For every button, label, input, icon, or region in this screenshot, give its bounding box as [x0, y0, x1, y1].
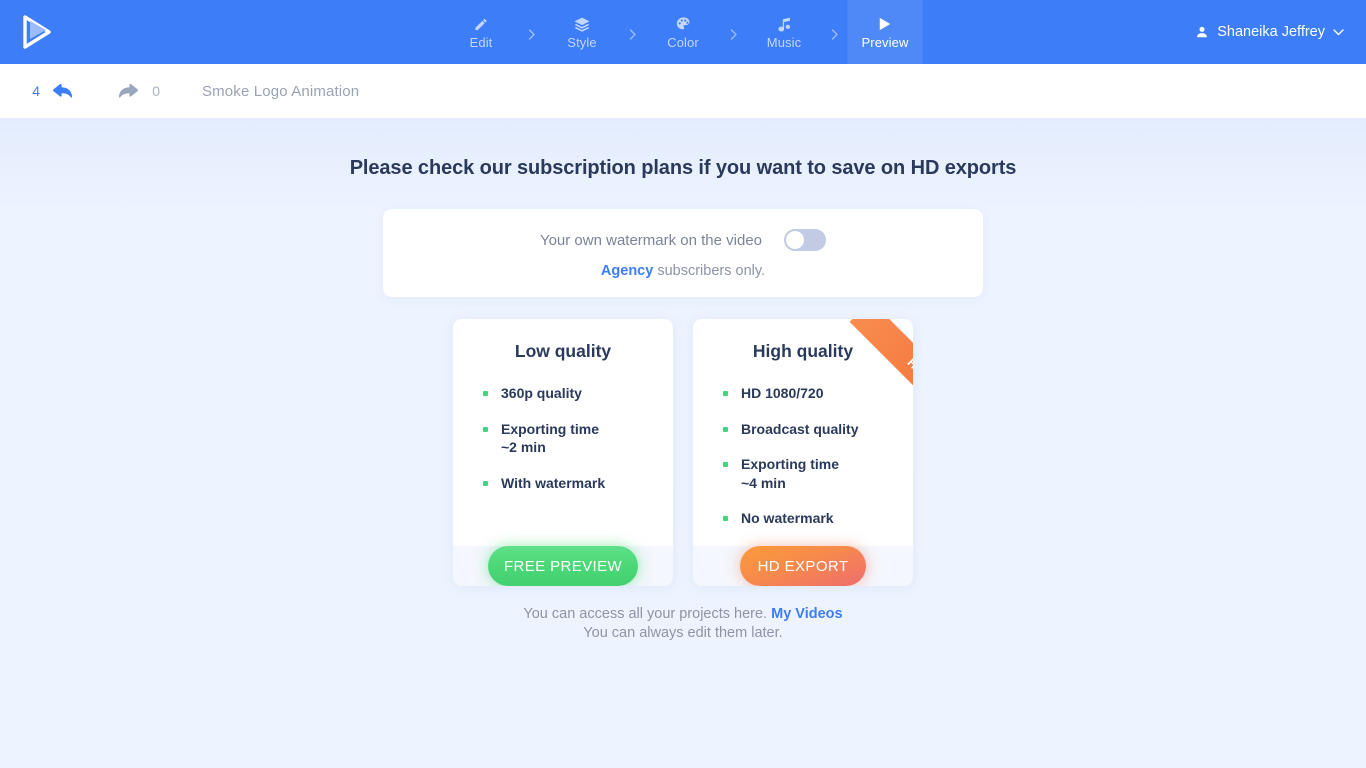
plan-card-low-quality: Low quality 360p quality Exporting time … — [453, 319, 673, 586]
chevron-down-icon — [1333, 28, 1344, 36]
my-videos-link[interactable]: My Videos — [771, 606, 842, 622]
plan-feature-text: HD 1080/720 — [741, 385, 824, 401]
plan-body: Low quality 360p quality Exporting time … — [453, 319, 673, 546]
watermark-card: Your own watermark on the video Agency s… — [383, 209, 983, 297]
plan-feature-text: Broadcast quality — [741, 420, 859, 437]
toggle-knob — [786, 231, 805, 249]
bullet-icon — [483, 480, 488, 486]
chevron-right-icon — [519, 0, 545, 64]
project-sub-bar: 4 0 Smoke Logo Animation — [0, 64, 1366, 119]
step-preview[interactable]: Preview — [847, 0, 923, 64]
plan-feature-text: 360p quality — [501, 385, 582, 401]
plan-feature: No watermark — [723, 509, 913, 528]
play-icon — [879, 16, 892, 33]
plan-feature: With watermark — [483, 474, 673, 493]
chevron-right-icon — [620, 0, 646, 64]
plan-footer: HD EXPORT — [693, 546, 913, 586]
plan-card-high-quality: HD High quality HD 1080/720 Broadcast qu… — [693, 319, 913, 586]
plan-feature: Exporting time ~4 min — [723, 455, 913, 492]
footnote-line1-before: You can access all your projects here. — [523, 606, 772, 622]
plan-body: High quality HD 1080/720 Broadcast quali… — [693, 319, 913, 546]
chevron-right-icon — [721, 0, 747, 64]
watermark-note: Agency subscribers only. — [383, 263, 983, 279]
plan-feature-text: No watermark — [741, 510, 834, 526]
step-edit[interactable]: Edit — [444, 0, 519, 64]
user-name: Shaneika Jeffrey — [1217, 24, 1325, 40]
watermark-label: Your own watermark on the video — [539, 231, 763, 249]
user-icon — [1195, 25, 1209, 39]
plan-feature: 360p quality — [483, 384, 673, 403]
undo-arrow-icon[interactable] — [49, 78, 75, 104]
step-edit-label: Edit — [469, 34, 493, 50]
layers-icon — [574, 16, 591, 33]
footnote: You can access all your projects here. M… — [523, 605, 842, 643]
agency-link[interactable]: Agency — [601, 263, 653, 279]
plan-feature: Broadcast quality — [723, 420, 913, 439]
main-content: Please check our subscription plans if y… — [0, 119, 1366, 768]
undo-count: 4 — [32, 83, 40, 99]
redo-count: 0 — [152, 83, 160, 99]
palette-icon — [675, 16, 691, 33]
bullet-icon — [723, 391, 728, 396]
plan-feature-list: HD 1080/720 Broadcast quality Exporting … — [693, 384, 913, 528]
plan-footer: FREE PREVIEW — [453, 546, 673, 586]
project-title[interactable]: Smoke Logo Animation — [202, 83, 359, 100]
music-note-icon — [777, 16, 791, 33]
watermark-note-rest: subscribers only. — [653, 263, 766, 279]
bullet-icon — [483, 426, 488, 432]
user-menu[interactable]: Shaneika Jeffrey — [1195, 0, 1344, 64]
bullet-icon — [723, 426, 728, 432]
step-color[interactable]: Color — [646, 0, 721, 64]
step-style[interactable]: Style — [545, 0, 620, 64]
page-headline: Please check our subscription plans if y… — [349, 157, 1017, 179]
hd-export-button[interactable]: HD EXPORT — [740, 546, 866, 586]
step-music-label: Music — [766, 34, 802, 50]
watermark-row: Your own watermark on the video — [383, 229, 983, 251]
step-music[interactable]: Music — [747, 0, 822, 64]
redo-arrow-icon[interactable] — [115, 78, 141, 104]
plan-feature-text: Exporting time ~2 min — [501, 420, 600, 456]
footnote-line2: You can always edit them later. — [583, 625, 783, 641]
chevron-right-icon — [822, 0, 848, 64]
workflow-steps: Edit Style Color Music Preview — [444, 0, 923, 64]
step-preview-label: Preview — [861, 34, 909, 50]
history-controls: 4 0 — [30, 78, 160, 104]
step-style-label: Style — [567, 34, 597, 50]
plan-feature-text: Exporting time ~4 min — [741, 456, 840, 491]
pencil-icon — [474, 16, 489, 33]
export-plans: Low quality 360p quality Exporting time … — [453, 319, 913, 586]
free-preview-button[interactable]: FREE PREVIEW — [488, 546, 638, 586]
plan-title: Low quality — [514, 341, 612, 361]
plan-feature-list: 360p quality Exporting time ~2 min With … — [453, 384, 673, 492]
plan-feature: Exporting time ~2 min — [483, 420, 673, 457]
plan-feature-text: With watermark — [501, 474, 606, 491]
bullet-icon — [723, 516, 728, 521]
plan-title: High quality — [752, 341, 854, 361]
step-color-label: Color — [667, 34, 699, 50]
play-logo-icon[interactable] — [18, 13, 56, 51]
top-navigation-bar: Edit Style Color Music Preview Shaneika … — [0, 0, 1366, 64]
plan-feature: HD 1080/720 — [723, 384, 913, 403]
bullet-icon — [483, 391, 488, 396]
watermark-toggle[interactable] — [784, 229, 827, 251]
bullet-icon — [723, 462, 728, 467]
